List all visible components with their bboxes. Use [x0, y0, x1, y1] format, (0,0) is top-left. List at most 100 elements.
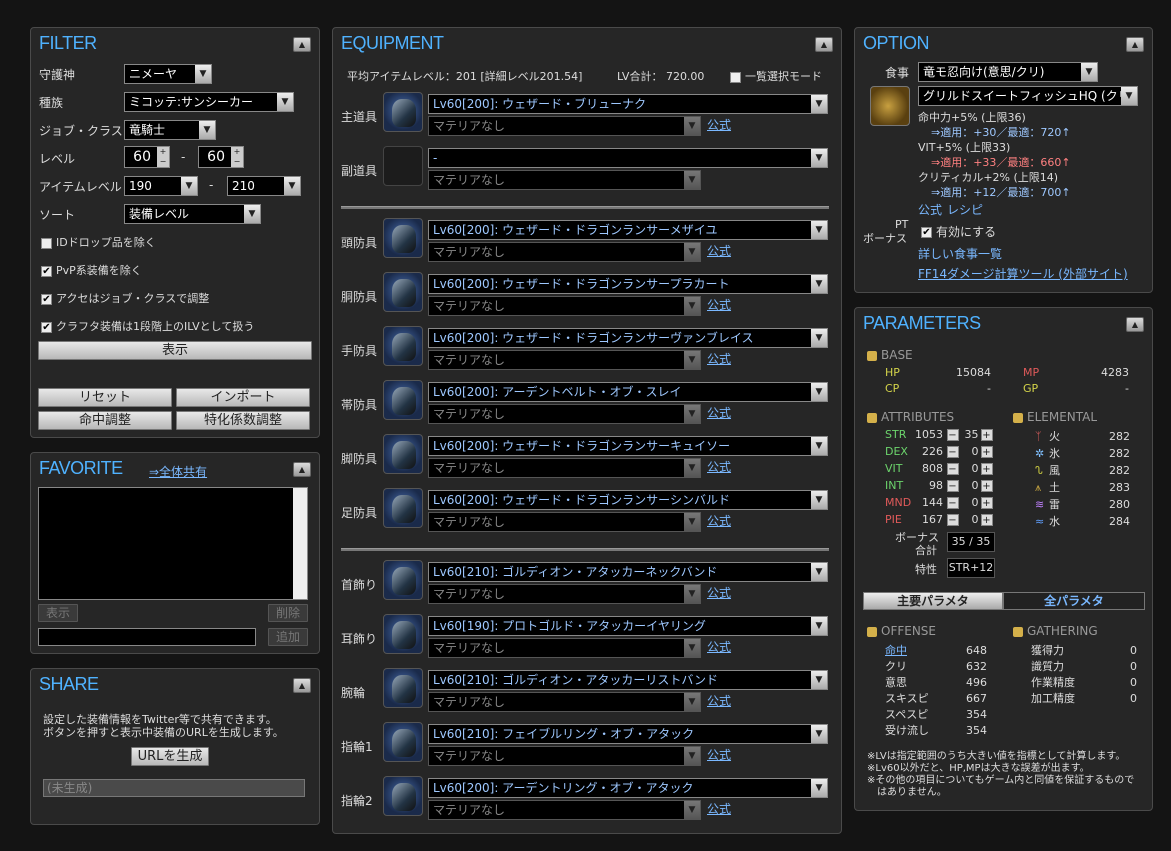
spinner-icon[interactable]: + −: [231, 147, 243, 167]
checkbox-checked-icon[interactable]: ✔: [41, 321, 52, 333]
equipment-icon[interactable]: [383, 272, 423, 312]
tab-main-params[interactable]: 主要パラメタ: [863, 592, 1003, 610]
attribute-bonus[interactable]: 35: [959, 428, 979, 441]
equipment-select[interactable]: Lv60[210]: フェイブルリング・オブ・アタック ▼: [428, 724, 828, 744]
parameters-collapse-button[interactable]: ▲: [1126, 317, 1144, 332]
materia-select[interactable]: マテリアなし ▼: [428, 242, 701, 262]
koshiki-link[interactable]: 公式: [707, 638, 731, 655]
plus-icon[interactable]: +: [980, 446, 993, 458]
equipment-select[interactable]: Lv60[210]: ゴルディオン・アタッカーネックバンド ▼: [428, 562, 828, 582]
equipment-icon[interactable]: [383, 326, 423, 366]
koshiki-link[interactable]: 公式: [707, 512, 731, 529]
favorite-delete-button[interactable]: 削除: [268, 604, 308, 622]
minus-icon[interactable]: −: [946, 463, 959, 475]
koshiki-link[interactable]: 公式: [707, 800, 731, 817]
checkbox-checked-icon[interactable]: ✔: [41, 293, 52, 305]
share-collapse-button[interactable]: ▲: [293, 678, 311, 693]
koshiki-link[interactable]: 公式: [707, 584, 731, 601]
meal-select[interactable]: 竜モ忍向け(意思/クリ) ▼: [918, 62, 1098, 82]
materia-select[interactable]: マテリアなし ▼: [428, 800, 701, 820]
favorite-name-input[interactable]: [38, 628, 256, 646]
materia-select[interactable]: マテリアなし ▼: [428, 296, 701, 316]
favorite-list[interactable]: [38, 487, 308, 600]
favorite-show-button[interactable]: 表示: [38, 604, 78, 622]
reset-button[interactable]: リセット: [38, 388, 172, 407]
minus-icon[interactable]: −: [946, 446, 959, 458]
materia-select[interactable]: マテリアなし ▼: [428, 350, 701, 370]
generate-url-button[interactable]: URLを生成: [131, 747, 209, 766]
equipment-select[interactable]: Lv60[200]: ウェザード・ドラゴンランサーヴァンブレイス ▼: [428, 328, 828, 348]
koshiki-link[interactable]: 公式: [707, 404, 731, 421]
scrollbar[interactable]: [293, 488, 307, 599]
equipment-icon[interactable]: [383, 488, 423, 528]
equipment-select[interactable]: Lv60[200]: ウェザード・ドラゴンランサーメザイユ ▼: [428, 220, 828, 240]
equipment-icon[interactable]: [383, 722, 423, 762]
koshiki-link[interactable]: 公式: [707, 746, 731, 763]
minus-icon[interactable]: −: [946, 429, 959, 441]
food-select[interactable]: グリルドスイートフィッシュHQ (クリ14/i ▼: [918, 86, 1138, 106]
attribute-bonus[interactable]: 0: [959, 445, 979, 458]
minus-icon[interactable]: −: [946, 480, 959, 492]
koshiki-link[interactable]: 公式: [707, 458, 731, 475]
materia-select[interactable]: マテリアなし ▼: [428, 458, 701, 478]
equipment-select[interactable]: Lv60[200]: ウェザード・ブリューナク ▼: [428, 94, 828, 114]
race-select[interactable]: ミコッテ:サンシーカー ▼: [124, 92, 294, 112]
cb-accessory[interactable]: ✔ アクセはジョブ・クラスで調整: [41, 290, 209, 306]
list-mode-checkbox[interactable]: 一覧選択モード: [730, 68, 822, 84]
job-select[interactable]: 竜騎士 ▼: [124, 120, 216, 140]
koshiki-link[interactable]: 公式: [707, 242, 731, 259]
meal-list-link[interactable]: 詳しい食事一覧: [918, 245, 1002, 262]
hit-adjust-button[interactable]: 命中調整: [38, 411, 172, 430]
equipment-select[interactable]: Lv60[210]: ゴルディオン・アタッカーリストバンド ▼: [428, 670, 828, 690]
attribute-bonus[interactable]: 0: [959, 479, 979, 492]
plus-icon[interactable]: +: [980, 463, 993, 475]
plus-icon[interactable]: +: [980, 514, 993, 526]
damage-tool-link[interactable]: FF14ダメージ計算ツール (外部サイト): [918, 265, 1128, 282]
equipment-icon[interactable]: [383, 92, 423, 132]
equipment-icon[interactable]: [383, 776, 423, 816]
equipment-icon[interactable]: [383, 560, 423, 600]
filter-collapse-button[interactable]: ▲: [293, 37, 311, 52]
level-min-input[interactable]: 60 + −: [124, 146, 170, 168]
show-button[interactable]: 表示: [38, 341, 312, 360]
materia-select[interactable]: マテリアなし ▼: [428, 638, 701, 658]
equipment-icon[interactable]: [383, 218, 423, 258]
materia-select[interactable]: マテリアなし ▼: [428, 746, 701, 766]
equipment-collapse-button[interactable]: ▲: [815, 37, 833, 52]
option-collapse-button[interactable]: ▲: [1126, 37, 1144, 52]
materia-select[interactable]: マテリアなし ▼: [428, 512, 701, 532]
checkbox-checked-icon[interactable]: ✔: [921, 227, 932, 238]
materia-select[interactable]: マテリアなし ▼: [428, 692, 701, 712]
equipment-icon[interactable]: [383, 146, 423, 186]
koshiki-link[interactable]: 公式: [707, 692, 731, 709]
equipment-icon[interactable]: [383, 434, 423, 474]
ilvl-min-select[interactable]: 190 ▼: [124, 176, 198, 196]
share-url-output[interactable]: (未生成): [43, 779, 305, 797]
favorite-add-button[interactable]: 追加: [268, 628, 308, 646]
import-button[interactable]: インポート: [176, 388, 310, 407]
equipment-select[interactable]: Lv60[200]: アーデントベルト・オブ・スレイ ▼: [428, 382, 828, 402]
minus-icon[interactable]: −: [946, 514, 959, 526]
minus-icon[interactable]: −: [946, 497, 959, 509]
cb-crafter[interactable]: ✔ クラフタ装備は1段階上のILVとして扱う: [41, 318, 254, 334]
favorite-collapse-button[interactable]: ▲: [293, 462, 311, 477]
koshiki-link[interactable]: 公式: [707, 350, 731, 367]
attribute-bonus[interactable]: 0: [959, 496, 979, 509]
equipment-select[interactable]: Lv60[200]: ウェザード・ドラゴンランサーシンバルド ▼: [428, 490, 828, 510]
equipment-icon[interactable]: [383, 614, 423, 654]
plus-icon[interactable]: +: [980, 429, 993, 441]
attribute-bonus[interactable]: 0: [959, 513, 979, 526]
spinner-icon[interactable]: + −: [157, 147, 169, 167]
materia-select[interactable]: マテリアなし ▼: [428, 170, 701, 190]
level-max-input[interactable]: 60 + −: [198, 146, 244, 168]
food-recipe-link[interactable]: レシピ: [947, 201, 983, 218]
equipment-select[interactable]: Lv60[200]: ウェザード・ドラゴンランサーキュイソー ▼: [428, 436, 828, 456]
guardian-select[interactable]: ニメーヤ ▼: [124, 64, 212, 84]
cb-pvp[interactable]: ✔ PvP系装備を除く: [41, 262, 142, 278]
materia-select[interactable]: マテリアなし ▼: [428, 116, 701, 136]
tab-all-params[interactable]: 全パラメタ: [1003, 592, 1145, 610]
checkbox-unchecked-icon[interactable]: [730, 71, 741, 83]
food-koshiki-link[interactable]: 公式: [918, 201, 942, 218]
equipment-icon[interactable]: [383, 380, 423, 420]
ilvl-max-select[interactable]: 210 ▼: [227, 176, 301, 196]
